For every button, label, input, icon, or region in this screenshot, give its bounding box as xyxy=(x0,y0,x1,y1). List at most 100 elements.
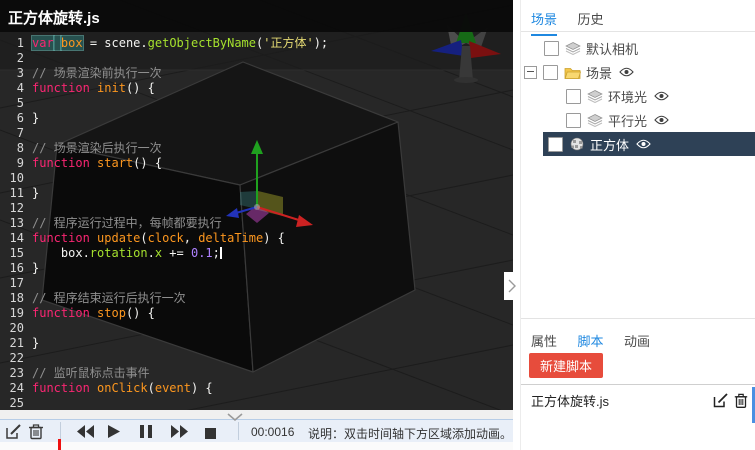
line-number: 14 xyxy=(0,231,32,246)
playback-toolbar: 00:0016 说明：双击时间轴下方区域添加动画。 xyxy=(0,419,513,442)
code-line[interactable]: 17 xyxy=(0,276,513,291)
line-number: 7 xyxy=(0,126,32,141)
pause-button[interactable] xyxy=(140,425,152,443)
code-line[interactable]: 5 xyxy=(0,96,513,111)
eye-visibility-icon[interactable] xyxy=(619,67,634,77)
object-icon xyxy=(587,90,603,103)
code-line[interactable]: 9function start() { xyxy=(0,156,513,171)
line-number: 21 xyxy=(0,336,32,351)
scene-tabbar: 场景 历史 xyxy=(521,0,755,32)
delete-script-icon[interactable] xyxy=(734,393,748,408)
line-number: 19 xyxy=(0,306,32,321)
new-script-button[interactable]: 新建脚本 xyxy=(529,353,603,378)
line-number: 3 xyxy=(0,66,32,81)
tab-scene[interactable]: 场景 xyxy=(531,9,557,36)
script-editor-titlebar: 正方体旋转.js xyxy=(0,0,513,32)
line-number: 12 xyxy=(0,201,32,216)
code-line[interactable]: 25 xyxy=(0,396,513,411)
line-number: 1 xyxy=(0,36,32,51)
tree-item-label: 场景 xyxy=(586,63,612,82)
visibility-checkbox[interactable] xyxy=(543,65,558,80)
collapse-expander-icon[interactable] xyxy=(524,66,537,79)
tree-item-scene[interactable]: 场景 xyxy=(521,60,755,84)
tab-history[interactable]: 历史 xyxy=(577,9,603,34)
code-line[interactable]: 19function stop() { xyxy=(0,306,513,321)
panel-divider xyxy=(521,318,755,319)
line-number: 8 xyxy=(0,141,32,156)
line-number: 4 xyxy=(0,81,32,96)
timecode: 00:0016 xyxy=(251,425,294,439)
code-line[interactable]: 1var box = scene.getObjectByName('正方体'); xyxy=(0,36,513,51)
code-line[interactable]: 3// 场景渲染前执行一次 xyxy=(0,66,513,81)
toolbar-divider xyxy=(60,422,61,440)
script-name: 正方体旋转.js xyxy=(531,391,707,410)
visibility-checkbox[interactable] xyxy=(544,41,559,56)
tree-item-default-camera[interactable]: 默认相机 xyxy=(521,36,755,60)
play-button[interactable] xyxy=(108,425,120,443)
line-number: 13 xyxy=(0,216,32,231)
line-number: 15 xyxy=(0,246,32,261)
code-editor[interactable]: 1var box = scene.getObjectByName('正方体');… xyxy=(0,36,513,411)
script-title: 正方体旋转.js xyxy=(8,7,100,28)
object-icon xyxy=(587,114,603,127)
line-number: 22 xyxy=(0,351,32,366)
right-panel: 场景 历史 默认相机 xyxy=(520,0,755,450)
line-number: 17 xyxy=(0,276,32,291)
code-line[interactable]: 11} xyxy=(0,186,513,201)
timeline-playhead[interactable] xyxy=(58,439,61,450)
line-number: 6 xyxy=(0,111,32,126)
code-line[interactable]: 8// 场景渲染后执行一次 xyxy=(0,141,513,156)
line-number: 20 xyxy=(0,321,32,336)
line-number: 25 xyxy=(0,396,32,411)
tree-item-directional-light[interactable]: 平行光 xyxy=(521,108,755,132)
code-line[interactable]: 13// 程序运行过程中，每帧都要执行 xyxy=(0,216,513,231)
tree-item-label: 正方体 xyxy=(590,135,629,154)
inspector-tabbar: 属性 脚本 动画 xyxy=(521,322,755,353)
folder-icon xyxy=(564,66,581,79)
code-line[interactable]: 18// 程序结束运行后执行一次 xyxy=(0,291,513,306)
timeline-collapse-strip[interactable] xyxy=(0,410,513,419)
code-line[interactable]: 12 xyxy=(0,201,513,216)
eye-visibility-icon[interactable] xyxy=(636,139,651,149)
code-line[interactable]: 15 box.rotation.x += 0.1; xyxy=(0,246,513,261)
scene-tree: 默认相机 场景 xyxy=(521,32,755,156)
tree-item-label: 环境光 xyxy=(608,87,647,106)
tree-item-cube[interactable]: 正方体 xyxy=(543,132,755,156)
line-number: 16 xyxy=(0,261,32,276)
rewind-button[interactable] xyxy=(77,425,95,443)
edit-script-icon[interactable] xyxy=(713,393,728,408)
timeline-track[interactable] xyxy=(0,442,513,450)
tree-item-label: 默认相机 xyxy=(586,39,638,58)
code-line[interactable]: 24function onClick(event) { xyxy=(0,381,513,396)
line-number: 11 xyxy=(0,186,32,201)
code-line[interactable]: 22 xyxy=(0,351,513,366)
tab-animation[interactable]: 动画 xyxy=(624,331,650,356)
code-line[interactable]: 23// 监听鼠标点击事件 xyxy=(0,366,513,381)
tree-item-label: 平行光 xyxy=(608,111,647,130)
eye-visibility-icon[interactable] xyxy=(654,115,669,125)
chevron-down-icon[interactable] xyxy=(225,409,245,427)
code-line[interactable]: 2 xyxy=(0,51,513,66)
fast-forward-button[interactable] xyxy=(170,425,188,443)
code-line[interactable]: 14function update(clock, deltaTime) { xyxy=(0,231,513,246)
tree-item-ambient-light[interactable]: 环境光 xyxy=(521,84,755,108)
visibility-checkbox[interactable] xyxy=(566,89,581,104)
code-line[interactable]: 7 xyxy=(0,126,513,141)
script-list-item[interactable]: 正方体旋转.js xyxy=(521,385,755,415)
code-line[interactable]: 21} xyxy=(0,336,513,351)
visibility-checkbox[interactable] xyxy=(566,113,581,128)
line-number: 2 xyxy=(0,51,32,66)
code-line[interactable]: 6} xyxy=(0,111,513,126)
close-icon[interactable] xyxy=(723,4,747,28)
object-icon xyxy=(565,42,581,55)
code-line[interactable]: 20 xyxy=(0,321,513,336)
line-number: 10 xyxy=(0,171,32,186)
line-number: 5 xyxy=(0,96,32,111)
code-line[interactable]: 4function init() { xyxy=(0,81,513,96)
code-line[interactable]: 16} xyxy=(0,261,513,276)
line-number: 23 xyxy=(0,366,32,381)
eye-visibility-icon[interactable] xyxy=(654,91,669,101)
visibility-checkbox[interactable] xyxy=(548,137,563,152)
mesh-icon xyxy=(569,137,585,151)
code-line[interactable]: 10 xyxy=(0,171,513,186)
